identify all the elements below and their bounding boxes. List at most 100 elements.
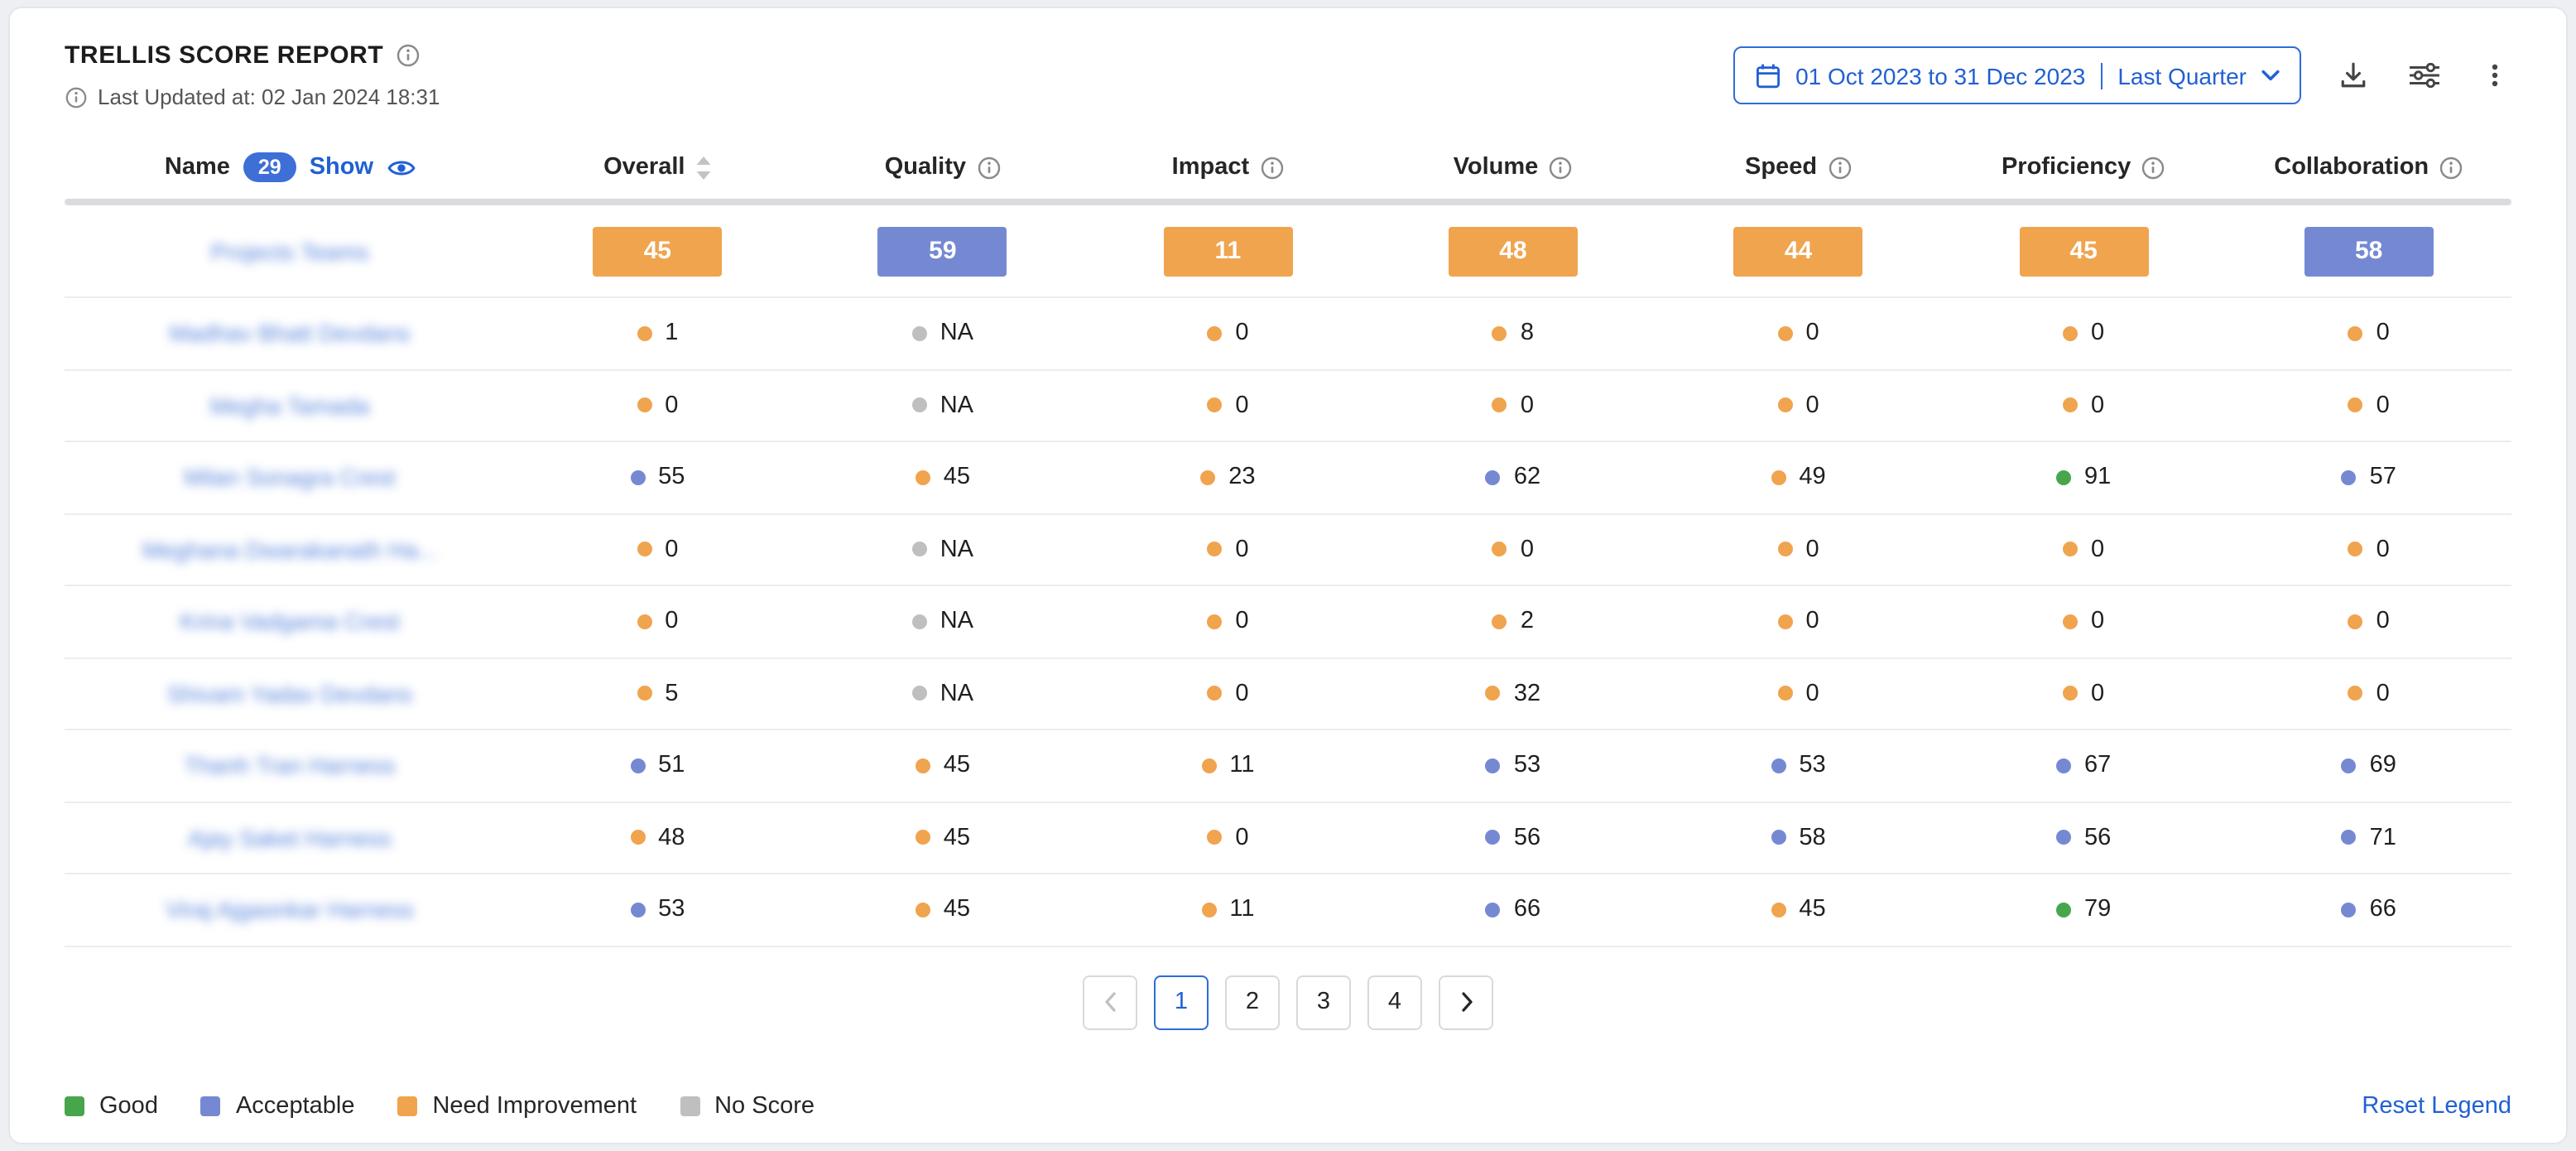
legend-item-acceptable[interactable]: Acceptable	[201, 1093, 355, 1120]
column-label: Proficiency	[2002, 154, 2131, 181]
score-dot	[1492, 614, 1507, 629]
row-name-link[interactable]: Projects Teams	[211, 238, 369, 264]
info-icon[interactable]	[2439, 155, 2463, 180]
score-cell: 49	[1656, 465, 1941, 491]
score-value: 48	[658, 825, 685, 851]
info-icon[interactable]	[1259, 155, 1284, 180]
score-value: 0	[1521, 537, 1534, 563]
info-icon[interactable]	[1827, 155, 1852, 180]
download-button[interactable]	[2336, 58, 2371, 93]
score-cell: 79	[1941, 897, 2227, 923]
reset-legend-link[interactable]: Reset Legend	[2362, 1093, 2511, 1120]
score-cell: 0	[1941, 681, 2227, 707]
score-cell: 1	[515, 320, 800, 347]
date-range-selector[interactable]: 01 Oct 2023 to 31 Dec 2023 Last Quarter	[1733, 46, 2301, 104]
score: 0	[2063, 320, 2104, 347]
score-cell: 0	[1085, 320, 1371, 347]
row-name-link[interactable]: Megha Tamada	[210, 392, 370, 419]
score-dot	[2056, 903, 2071, 917]
sort-icon[interactable]	[694, 155, 711, 180]
info-icon[interactable]	[1548, 155, 1573, 180]
row-name-link[interactable]: Viraj Ajgaonkar Harness	[166, 897, 414, 923]
pagination-next-button[interactable]	[1439, 975, 1493, 1029]
name-cell: Ajay Saket Harness	[65, 825, 515, 851]
score-cell: 48	[515, 825, 800, 851]
score-cell: 0	[1371, 392, 1656, 419]
date-preset-text: Last Quarter	[2117, 62, 2247, 89]
score-dot	[1777, 398, 1792, 413]
score: 0	[1207, 681, 1248, 707]
row-name-link[interactable]: Milan Sonagra Crest	[184, 465, 395, 491]
score-cell: 0	[2226, 609, 2511, 635]
score-value: NA	[940, 681, 973, 707]
score-dot	[637, 398, 651, 413]
score: 0	[1207, 320, 1248, 347]
column-header-overall[interactable]: Overall	[515, 154, 800, 181]
score-value: 67	[2084, 753, 2111, 779]
row-name-link[interactable]: Thanh Tran Harness	[184, 753, 395, 779]
score-cell: 51	[515, 753, 800, 779]
row-name-link[interactable]: Shivam Yadav Devdans	[167, 681, 412, 707]
more-options-button[interactable]	[2478, 58, 2511, 93]
row-name-link[interactable]: Ajay Saket Harness	[188, 825, 392, 851]
page-button-4[interactable]: 4	[1367, 975, 1422, 1029]
score-dot	[2342, 470, 2357, 485]
row-name-link[interactable]: Meghana Dwarakanath Ha...	[142, 537, 437, 563]
score-dot	[1207, 542, 1222, 557]
score: 0	[2348, 681, 2390, 707]
score-dot	[1201, 759, 1216, 773]
pagination-prev-button[interactable]	[1083, 975, 1137, 1029]
horizontal-scrollbar[interactable]	[65, 199, 2511, 205]
settings-button[interactable]	[2405, 60, 2444, 91]
legend-label: No Score	[714, 1093, 815, 1120]
name-cell: Milan Sonagra Crest	[65, 465, 515, 491]
score: 0	[2063, 392, 2104, 419]
info-icon[interactable]	[976, 155, 1001, 180]
score: 79	[2056, 897, 2111, 923]
trellis-report-card: TRELLIS SCORE REPORT Last Updated at: 02…	[8, 7, 2568, 1144]
score-value: 0	[2377, 609, 2390, 635]
score-dot	[2063, 542, 2078, 557]
score: 0	[1492, 392, 1534, 419]
row-name-link[interactable]: Madhav Bhatt Devdans	[169, 320, 410, 347]
info-icon[interactable]	[2141, 155, 2165, 180]
score: 53	[1486, 753, 1540, 779]
score-cell: 23	[1085, 465, 1371, 491]
legend-item-need-improvement[interactable]: Need Improvement	[397, 1093, 637, 1120]
column-label: Speed	[1745, 154, 1817, 181]
score-value: 0	[1805, 681, 1819, 707]
score: 23	[1200, 465, 1255, 491]
score: NA	[912, 609, 973, 635]
column-label: Impact	[1172, 154, 1250, 181]
name-cell: Shivam Yadav Devdans	[65, 681, 515, 707]
score-value: 45	[944, 753, 970, 779]
page-button-2[interactable]: 2	[1225, 975, 1280, 1029]
score-chip: 48	[1449, 226, 1578, 276]
score-cell: 32	[1371, 681, 1656, 707]
score: 0	[637, 609, 678, 635]
eye-icon[interactable]	[387, 153, 415, 181]
page-button-3[interactable]: 3	[1296, 975, 1351, 1029]
score-cell: 66	[1371, 897, 1656, 923]
legend-items: Good Acceptable Need Improvement No Score	[65, 1093, 815, 1120]
score-cell: NA	[800, 392, 1086, 419]
score-cell: 0	[1085, 537, 1371, 563]
score: 1	[637, 320, 678, 347]
score-cell: 48	[1371, 226, 1656, 276]
score-value: 0	[1521, 392, 1534, 419]
score-dot	[912, 542, 927, 557]
row-name-link[interactable]: Krina Vadgama Crest	[180, 609, 400, 635]
score: 71	[2342, 825, 2396, 851]
column-label: Quality	[885, 154, 966, 181]
legend-item-good[interactable]: Good	[65, 1093, 158, 1120]
page-button-1[interactable]: 1	[1154, 975, 1209, 1029]
show-link[interactable]: Show	[310, 154, 373, 181]
legend-item-no-score[interactable]: No Score	[680, 1093, 815, 1120]
score-value: 71	[2370, 825, 2396, 851]
score-cell: 0	[1085, 681, 1371, 707]
score: 51	[630, 753, 685, 779]
table-row: Shivam Yadav Devdans5NA032000	[65, 658, 2511, 730]
score-dot	[630, 470, 645, 485]
score-value: 11	[1229, 753, 1254, 779]
title-info-icon[interactable]	[395, 43, 420, 68]
